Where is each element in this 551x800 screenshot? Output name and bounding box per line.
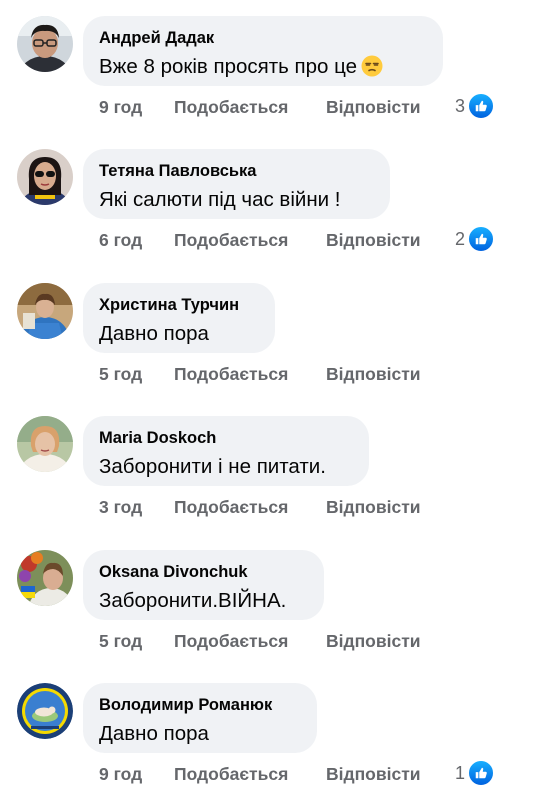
comment-timestamp[interactable]: 6 год <box>99 230 142 251</box>
man-with-glasses-avatar <box>17 16 73 72</box>
woman-with-sunglasses-avatar <box>17 149 73 205</box>
comment: Oksana Divonchuk Заборонити.ВІЙНА. 5 год… <box>0 534 551 667</box>
like-button[interactable]: Подобається <box>174 97 288 118</box>
comment-text: Вже 8 років просять про це <box>99 55 358 78</box>
woman-in-blue-avatar <box>17 283 73 339</box>
reaction-count-number: 2 <box>454 228 465 249</box>
comment-text: Які салюти під час війни ! <box>99 188 341 211</box>
comment-bubble: Oksana Divonchuk Заборонити.ВІЙНА. <box>83 550 324 620</box>
reaction-count[interactable]: 2 <box>454 225 495 253</box>
avatar[interactable] <box>17 683 73 739</box>
reaction-count[interactable]: 3 <box>454 92 495 120</box>
avatar[interactable] <box>17 16 73 72</box>
like-thumb-icon <box>467 225 495 253</box>
comment-bubble: Андрей Дадак Вже 8 років просять про це <box>83 16 443 86</box>
comment-timestamp[interactable]: 5 год <box>99 364 142 385</box>
comment-text: Давно пора <box>99 722 209 745</box>
reply-button[interactable]: Відповісти <box>326 497 421 518</box>
reaction-count-number: 1 <box>454 762 465 783</box>
comment-bubble: Maria Doskoch Заборонити і не питати. <box>83 416 369 486</box>
reply-button[interactable]: Відповісти <box>326 364 421 385</box>
comment-author[interactable]: Христина Турчин <box>99 296 239 315</box>
comment: Христина Турчин Давно пора 5 год Подобає… <box>0 267 551 400</box>
like-button[interactable]: Подобається <box>174 631 288 652</box>
comment-timestamp[interactable]: 9 год <box>99 97 142 118</box>
reply-button[interactable]: Відповісти <box>326 230 421 251</box>
like-button[interactable]: Подобається <box>174 364 288 385</box>
comment-timestamp[interactable]: 3 год <box>99 497 142 518</box>
reaction-count[interactable]: 1 <box>454 759 495 787</box>
avatar[interactable] <box>17 550 73 606</box>
avatar[interactable] <box>17 416 73 472</box>
reply-button[interactable]: Відповісти <box>326 97 421 118</box>
comment-author[interactable]: Тетяна Павловська <box>99 162 256 181</box>
comment-text: Давно пора <box>99 322 209 345</box>
like-thumb-icon <box>467 92 495 120</box>
dog-badge-avatar <box>17 683 73 739</box>
avatar[interactable] <box>17 149 73 205</box>
like-thumb-icon <box>467 759 495 787</box>
comment: Тетяна Павловська Які салюти під час вій… <box>0 133 551 266</box>
comment: Maria Doskoch Заборонити і не питати. 3 … <box>0 400 551 533</box>
comment-bubble: Христина Турчин Давно пора <box>83 283 275 353</box>
like-button[interactable]: Подобається <box>174 764 288 785</box>
comment: Володимир Романюк Давно пора 9 год Подоб… <box>0 667 551 800</box>
avatar[interactable] <box>17 283 73 339</box>
reply-button[interactable]: Відповісти <box>326 631 421 652</box>
comment-text: Заборонити.ВІЙНА. <box>99 589 287 612</box>
reaction-count-number: 3 <box>454 95 465 116</box>
reply-button[interactable]: Відповісти <box>326 764 421 785</box>
comment-author[interactable]: Oksana Divonchuk <box>99 563 248 582</box>
like-button[interactable]: Подобається <box>174 497 288 518</box>
comment-timestamp[interactable]: 5 год <box>99 631 142 652</box>
comment-text: Заборонити і не питати. <box>99 455 326 478</box>
comment-bubble: Тетяна Павловська Які салюти під час вій… <box>83 149 390 219</box>
comment-author[interactable]: Maria Doskoch <box>99 429 216 448</box>
comment-author[interactable]: Володимир Романюк <box>99 696 272 715</box>
older-woman-avatar <box>17 416 73 472</box>
comment: Андрей Дадак Вже 8 років просять про це … <box>0 0 551 133</box>
woman-with-flowers-avatar <box>17 550 73 606</box>
comment-timestamp[interactable]: 9 год <box>99 764 142 785</box>
unamused-face-emoji <box>361 55 383 77</box>
like-button[interactable]: Подобається <box>174 230 288 251</box>
comment-author[interactable]: Андрей Дадак <box>99 29 214 48</box>
comment-text-row: Вже 8 років просять про це <box>99 55 383 79</box>
comment-bubble: Володимир Романюк Давно пора <box>83 683 317 753</box>
